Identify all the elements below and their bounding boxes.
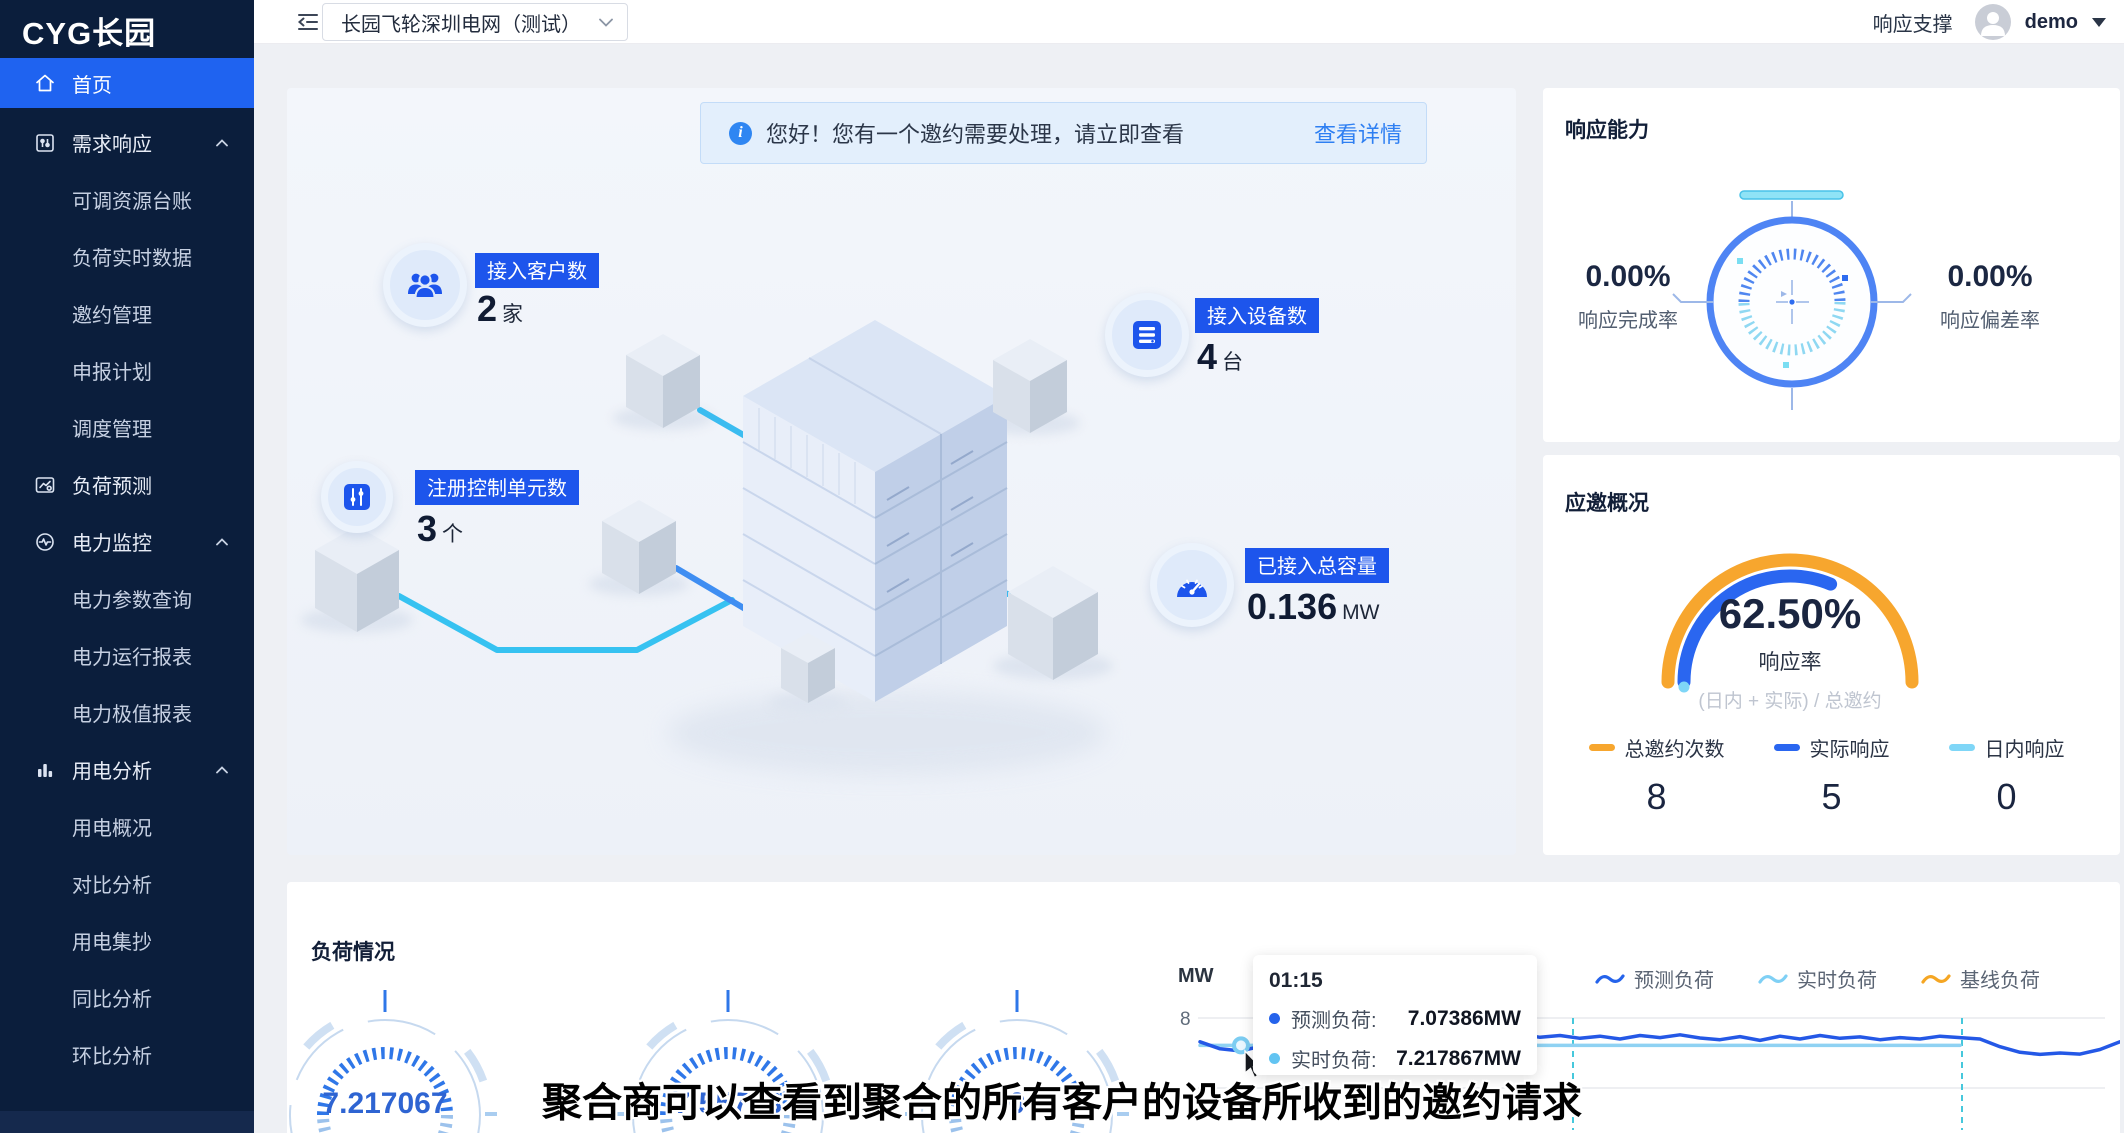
chevron-up-icon bbox=[216, 139, 228, 147]
invitation-rate-block: 62.50% 响应率 (日内 + 实际) / 总邀约 bbox=[1640, 590, 1940, 713]
org-selector[interactable]: 长园飞轮深圳电网（测试） bbox=[322, 3, 628, 41]
sidebar-item-usage-analysis[interactable]: 用电分析 bbox=[0, 741, 254, 798]
capacity-stat-value: 0.136MW bbox=[1247, 586, 1379, 628]
devices-stat-icon-circle bbox=[1105, 293, 1189, 377]
series-dot bbox=[1269, 1013, 1280, 1024]
y-axis-unit: MW bbox=[1178, 965, 1214, 987]
sidebar-nav: 首页 需求响应 可调资源台账 负荷实时数据 邀约管理 申报计划 调度管理 负荷预… bbox=[0, 58, 254, 1083]
sidebar-item-power-params[interactable]: 电力参数查询 bbox=[0, 570, 254, 627]
sidebar-item-power-monitor[interactable]: 电力监控 bbox=[0, 513, 254, 570]
gauge-meter-icon bbox=[1174, 570, 1210, 600]
legend-swatch bbox=[1949, 744, 1975, 751]
chevron-up-icon bbox=[216, 538, 228, 546]
control-units-stat-badge: 注册控制单元数 bbox=[415, 470, 579, 505]
control-units-stat-value: 3个 bbox=[417, 508, 463, 550]
series-dot bbox=[1269, 1053, 1280, 1064]
sidebar-item-declaration-plan[interactable]: 申报计划 bbox=[0, 342, 254, 399]
menu-fold-icon[interactable] bbox=[296, 11, 320, 33]
info-icon: i bbox=[729, 122, 752, 145]
topbar: 长园飞轮深圳电网（测试） 响应支撑 demo bbox=[254, 0, 2124, 44]
sidebar-item-dispatch-mgmt[interactable]: 调度管理 bbox=[0, 399, 254, 456]
chart-tooltip: 01:15 预测负荷: 7.07386MW 实时负荷: 7.217867MW bbox=[1253, 955, 1537, 1075]
invitation-rate: 62.50% bbox=[1640, 590, 1940, 638]
deviation-rate-stat: 0.00% 响应偏差率 bbox=[1915, 260, 2065, 333]
sliders-icon bbox=[34, 132, 56, 154]
sidebar-item-load-forecast[interactable]: 负荷预测 bbox=[0, 456, 254, 513]
invitation-overview-panel: 应邀概况 62.50% 响应率 (日内 + 实际) / 总邀约 总邀约次数 8 … bbox=[1543, 455, 2120, 855]
sidebar-item-home[interactable]: 首页 bbox=[0, 58, 254, 108]
support-link[interactable]: 响应支撑 bbox=[1873, 8, 1953, 37]
monitor-icon bbox=[34, 531, 56, 553]
sidebar-item-adjustable-resources[interactable]: 可调资源台账 bbox=[0, 171, 254, 228]
tooltip-row-realtime: 实时负荷: 7.217867MW bbox=[1269, 1044, 1521, 1073]
server-stack-icon bbox=[1130, 318, 1164, 352]
control-units-stat-icon-circle bbox=[321, 461, 393, 533]
notification-banner: i 您好！您有一个邀约需要处理，请立即查看 查看详情 bbox=[700, 102, 1427, 164]
sidebar-item-yoy-analysis[interactable]: 同比分析 bbox=[0, 969, 254, 1026]
sidebar-item-invitation-mgmt[interactable]: 邀约管理 bbox=[0, 285, 254, 342]
sidebar-item-compare-analysis[interactable]: 对比分析 bbox=[0, 855, 254, 912]
dashboard-page: CYG长园 首页 需求响应 可调资源台账 负荷实时数据 邀约管理 申报计划 调度… bbox=[0, 0, 2124, 1133]
sidebar-item-realtime-load[interactable]: 负荷实时数据 bbox=[0, 228, 254, 285]
hover-point-marker bbox=[1234, 1038, 1248, 1052]
tooltip-time: 01:15 bbox=[1269, 969, 1521, 993]
sidebar-item-label: 首页 bbox=[72, 69, 112, 98]
devices-stat-badge: 接入设备数 bbox=[1195, 298, 1319, 333]
sidebar-item-power-run-report[interactable]: 电力运行报表 bbox=[0, 627, 254, 684]
org-selector-value: 长园飞轮深圳电网（测试） bbox=[341, 8, 581, 37]
forecast-icon bbox=[34, 474, 56, 496]
y-axis-tick: 8 bbox=[1180, 1009, 1191, 1030]
legend-actual-response: 实际响应 5 bbox=[1759, 733, 1904, 818]
control-sliders-icon bbox=[342, 482, 372, 512]
sidebar-item-label: 需求响应 bbox=[72, 128, 152, 157]
chevron-down-icon bbox=[599, 18, 613, 27]
capacity-stat-icon-circle bbox=[1150, 543, 1234, 627]
legend-swatch bbox=[1589, 744, 1615, 751]
sidebar-item-power-extreme-report[interactable]: 电力极值报表 bbox=[0, 684, 254, 741]
customers-stat-badge: 接入客户数 bbox=[475, 253, 599, 288]
devices-stat-value: 4台 bbox=[1197, 336, 1243, 378]
tooltip-row-forecast: 预测负荷: 7.07386MW bbox=[1269, 1004, 1521, 1033]
overview-panel: i 您好！您有一个邀约需要处理，请立即查看 查看详情 接入客户数 2家 接入设备… bbox=[287, 88, 1516, 855]
customers-stat-icon-circle bbox=[383, 243, 467, 327]
home-icon bbox=[34, 72, 56, 94]
username[interactable]: demo bbox=[2025, 11, 2078, 34]
app-logo: CYG长园 bbox=[22, 8, 156, 53]
sidebar-item-usage-overview[interactable]: 用电概况 bbox=[0, 798, 254, 855]
invitation-legend: 总邀约次数 8 实际响应 5 日内响应 0 bbox=[1543, 733, 2120, 818]
completion-rate-stat: 0.00% 响应完成率 bbox=[1553, 260, 1703, 333]
user-icon bbox=[1975, 4, 2011, 40]
view-details-link[interactable]: 查看详情 bbox=[1314, 117, 1402, 149]
capacity-stat-badge: 已接入总容量 bbox=[1245, 548, 1389, 583]
topbar-right: 响应支撑 demo bbox=[1873, 0, 2106, 44]
legend-intraday-response: 日内响应 0 bbox=[1934, 733, 2079, 818]
response-capability-panel: 响应能力 0.00% 响应完成率 0.00% 响应偏差率 bbox=[1543, 88, 2120, 442]
banner-message: 您好！您有一个邀约需要处理，请立即查看 bbox=[766, 117, 1184, 149]
customers-stat-value: 2家 bbox=[477, 288, 523, 330]
chevron-up-icon bbox=[216, 766, 228, 774]
panel-title: 负荷情况 bbox=[311, 936, 395, 966]
video-subtitle-overlay: 聚合商可以查看到聚合的所有客户的设备所收到的邀约请求 bbox=[0, 1070, 2124, 1128]
sidebar: CYG长园 首页 需求响应 可调资源台账 负荷实时数据 邀约管理 申报计划 调度… bbox=[0, 0, 254, 1133]
sidebar-item-demand-response[interactable]: 需求响应 bbox=[0, 114, 254, 171]
avatar[interactable] bbox=[1975, 4, 2011, 40]
user-menu-caret-icon[interactable] bbox=[2092, 18, 2106, 27]
legend-total-invitations: 总邀约次数 8 bbox=[1584, 733, 1729, 818]
legend-swatch bbox=[1774, 744, 1800, 751]
bar-chart-icon bbox=[34, 759, 56, 781]
users-icon bbox=[406, 269, 444, 301]
sidebar-item-meter-reading[interactable]: 用电集抄 bbox=[0, 912, 254, 969]
